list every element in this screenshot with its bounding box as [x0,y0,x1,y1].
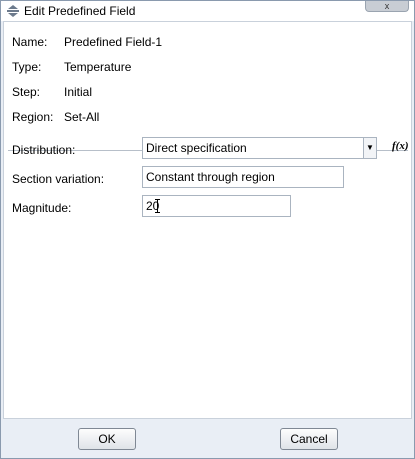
close-button[interactable]: x [365,1,409,12]
text-cursor-icon [155,199,160,213]
button-bar: OK Cancel [1,419,414,458]
distribution-value: Direct specification [146,141,247,155]
region-value: Set-All [64,110,100,124]
dialog-body: Name: Predefined Field-1 Type: Temperatu… [3,21,412,419]
step-label: Step: [12,85,41,99]
name-value: Predefined Field-1 [64,35,163,49]
section-variation-label: Section variation: [12,172,105,186]
type-label: Type: [12,60,42,74]
ok-button[interactable]: OK [78,428,136,450]
close-icon: x [384,1,390,11]
region-label: Region: [12,110,54,124]
function-fx-icon[interactable]: f(x) [392,140,409,152]
edit-predefined-field-dialog: Edit Predefined Field x Name: Predefined… [0,0,415,459]
app-icon [7,5,19,17]
step-value: Initial [64,85,93,99]
magnitude-input[interactable]: 20 [142,195,291,217]
distribution-select[interactable]: Direct specification ▼ [142,137,377,159]
section-variation-value: Constant through region [146,170,275,184]
magnitude-label: Magnitude: [12,201,72,215]
distribution-label: Distribution: [12,143,76,157]
cancel-button[interactable]: Cancel [280,428,338,450]
title-bar[interactable]: Edit Predefined Field x [1,1,414,21]
type-value: Temperature [64,60,132,74]
chevron-down-icon[interactable]: ▼ [363,138,376,158]
name-label: Name: [12,35,48,49]
section-variation-select[interactable]: Constant through region [142,166,344,188]
window-title: Edit Predefined Field [24,4,136,18]
